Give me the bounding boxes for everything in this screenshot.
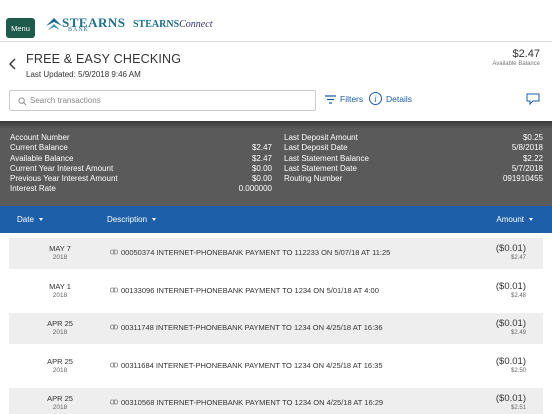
transaction-running-balance: $2.48	[510, 292, 526, 299]
info-icon: i	[369, 92, 382, 105]
caret-down-icon	[529, 218, 533, 221]
transaction-amount: ($0.01)	[495, 280, 526, 292]
transaction-date: MAY 7	[49, 244, 71, 253]
transaction-year: 2018	[52, 291, 68, 299]
transaction-year: 2018	[52, 329, 68, 336]
transaction-running-balance: $2.49	[510, 330, 526, 336]
transaction-date: MAY 1	[49, 281, 71, 291]
transaction-column-header: Date Description Amount	[0, 206, 552, 233]
link-icon	[110, 324, 118, 330]
transaction-date: APR 25	[47, 356, 73, 366]
date-column-label: Date	[17, 215, 34, 224]
detail-row: Account Number	[10, 133, 70, 142]
logo-subtext: BANK	[68, 27, 90, 33]
account-header: FREE & EASY CHECKING Last Updated: 5/9/2…	[0, 43, 552, 87]
details-button[interactable]: i Details	[369, 92, 412, 105]
filters-label: Filters	[340, 94, 364, 104]
detail-row: Routing Number 091910455	[284, 174, 543, 184]
link-icon	[110, 249, 118, 255]
menu-button[interactable]: Menu	[6, 18, 35, 38]
details-shadow	[0, 121, 552, 129]
transaction-row[interactable]: MAY 1 2018 00133096 INTERNET-PHONEBANK P…	[0, 271, 552, 309]
chevron-left-icon[interactable]	[8, 57, 18, 71]
search-row: Filters i Details	[0, 87, 552, 121]
search-input[interactable]	[30, 93, 310, 108]
transaction-row[interactable]: APR 25 2018 00311684 INTERNET-PHONEBANK …	[0, 346, 552, 384]
search-box	[9, 90, 316, 111]
transaction-amount: ($0.01)	[495, 393, 526, 404]
transaction-running-balance: $2.50	[510, 367, 526, 374]
link-icon	[110, 362, 118, 367]
transaction-description: 00311748 INTERNET-PHONEBANK PAYMENT TO 1…	[121, 323, 383, 332]
detail-row: Available Balance $2.47	[10, 153, 272, 163]
transaction-description: 00310568 INTERNET-PHONEBANK PAYMENT TO 1…	[121, 398, 384, 407]
detail-row: Last Statement Balance $2.22	[284, 153, 543, 163]
description-column-label: Description	[107, 215, 148, 224]
transaction-amount: ($0.01)	[495, 318, 526, 329]
detail-row: Interest Rate 0.000000	[10, 184, 272, 194]
link-icon	[110, 287, 118, 292]
transaction-description: 00050374 INTERNET-PHONEBANK PAYMENT TO 1…	[121, 248, 391, 257]
search-icon	[18, 97, 27, 106]
details-right-column: Last Deposit Amount $0.25 Last Deposit Da…	[284, 133, 543, 184]
amount-column-label: Amount	[496, 215, 524, 224]
chat-icon[interactable]	[526, 93, 540, 105]
transaction-date: APR 25	[47, 319, 73, 328]
transaction-amount: ($0.01)	[495, 355, 526, 367]
details-label: Details	[386, 93, 412, 104]
transaction-year: 2018	[52, 254, 68, 261]
detail-row: Last Deposit Date 5/8/2018	[284, 143, 543, 153]
stearns-connect-logo: STEARNSConnect	[133, 19, 213, 30]
detail-row: Current Balance $2.47	[10, 143, 272, 153]
transaction-description: 00311684 INTERNET-PHONEBANK PAYMENT TO 1…	[121, 360, 383, 370]
transaction-year: 2018	[52, 404, 68, 411]
transaction-date: APR 25	[47, 394, 73, 403]
transaction-row[interactable]: MAY 7 2018 00050374 INTERNET-PHONEBANK P…	[0, 233, 552, 271]
detail-row: Last Statement Date 5/7/2018	[284, 163, 543, 173]
filters-button[interactable]: Filters	[325, 94, 363, 104]
connect-logo-suffix: Connect	[179, 19, 213, 30]
top-bar: Menu STEARNS BANK STEARNSConnect	[0, 0, 552, 42]
transaction-running-balance: $2.47	[510, 255, 526, 261]
detail-row: Previous Year Interest Amount $0.00	[10, 174, 272, 184]
account-details-panel: Account Number Current Balance $2.47 Avai…	[0, 121, 552, 206]
account-title: FREE & EASY CHECKING	[26, 52, 182, 66]
caret-down-icon	[38, 218, 43, 221]
available-balance-label: Available Balance	[492, 61, 540, 67]
caret-down-icon	[152, 218, 157, 221]
last-updated: Last Updated: 5/9/2018 9:46 AM	[26, 70, 141, 79]
sort-date[interactable]: Date	[17, 215, 43, 224]
sort-description[interactable]: Description	[107, 215, 157, 224]
transaction-list: MAY 7 2018 00050374 INTERNET-PHONEBANK P…	[0, 233, 552, 414]
available-balance-amount: $2.47	[512, 48, 540, 60]
link-icon	[110, 399, 118, 405]
detail-row: Current Year Interest Amount $0.00	[10, 163, 272, 173]
details-left-column: Account Number Current Balance $2.47 Avai…	[10, 133, 272, 195]
transaction-row[interactable]: APR 25 2018 00311748 INTERNET-PHONEBANK …	[0, 308, 552, 346]
transaction-amount: ($0.01)	[495, 243, 526, 254]
transaction-year: 2018	[52, 366, 68, 374]
sort-amount[interactable]: Amount	[496, 215, 533, 224]
filter-icon	[325, 94, 336, 104]
transaction-row[interactable]: APR 25 2018 00310568 INTERNET-PHONEBANK …	[0, 383, 552, 414]
transaction-description: 00133096 INTERNET-PHONEBANK PAYMENT TO 1…	[121, 285, 379, 295]
transaction-running-balance: $2.51	[510, 405, 526, 411]
detail-row: Last Deposit Amount $0.25	[284, 133, 543, 142]
